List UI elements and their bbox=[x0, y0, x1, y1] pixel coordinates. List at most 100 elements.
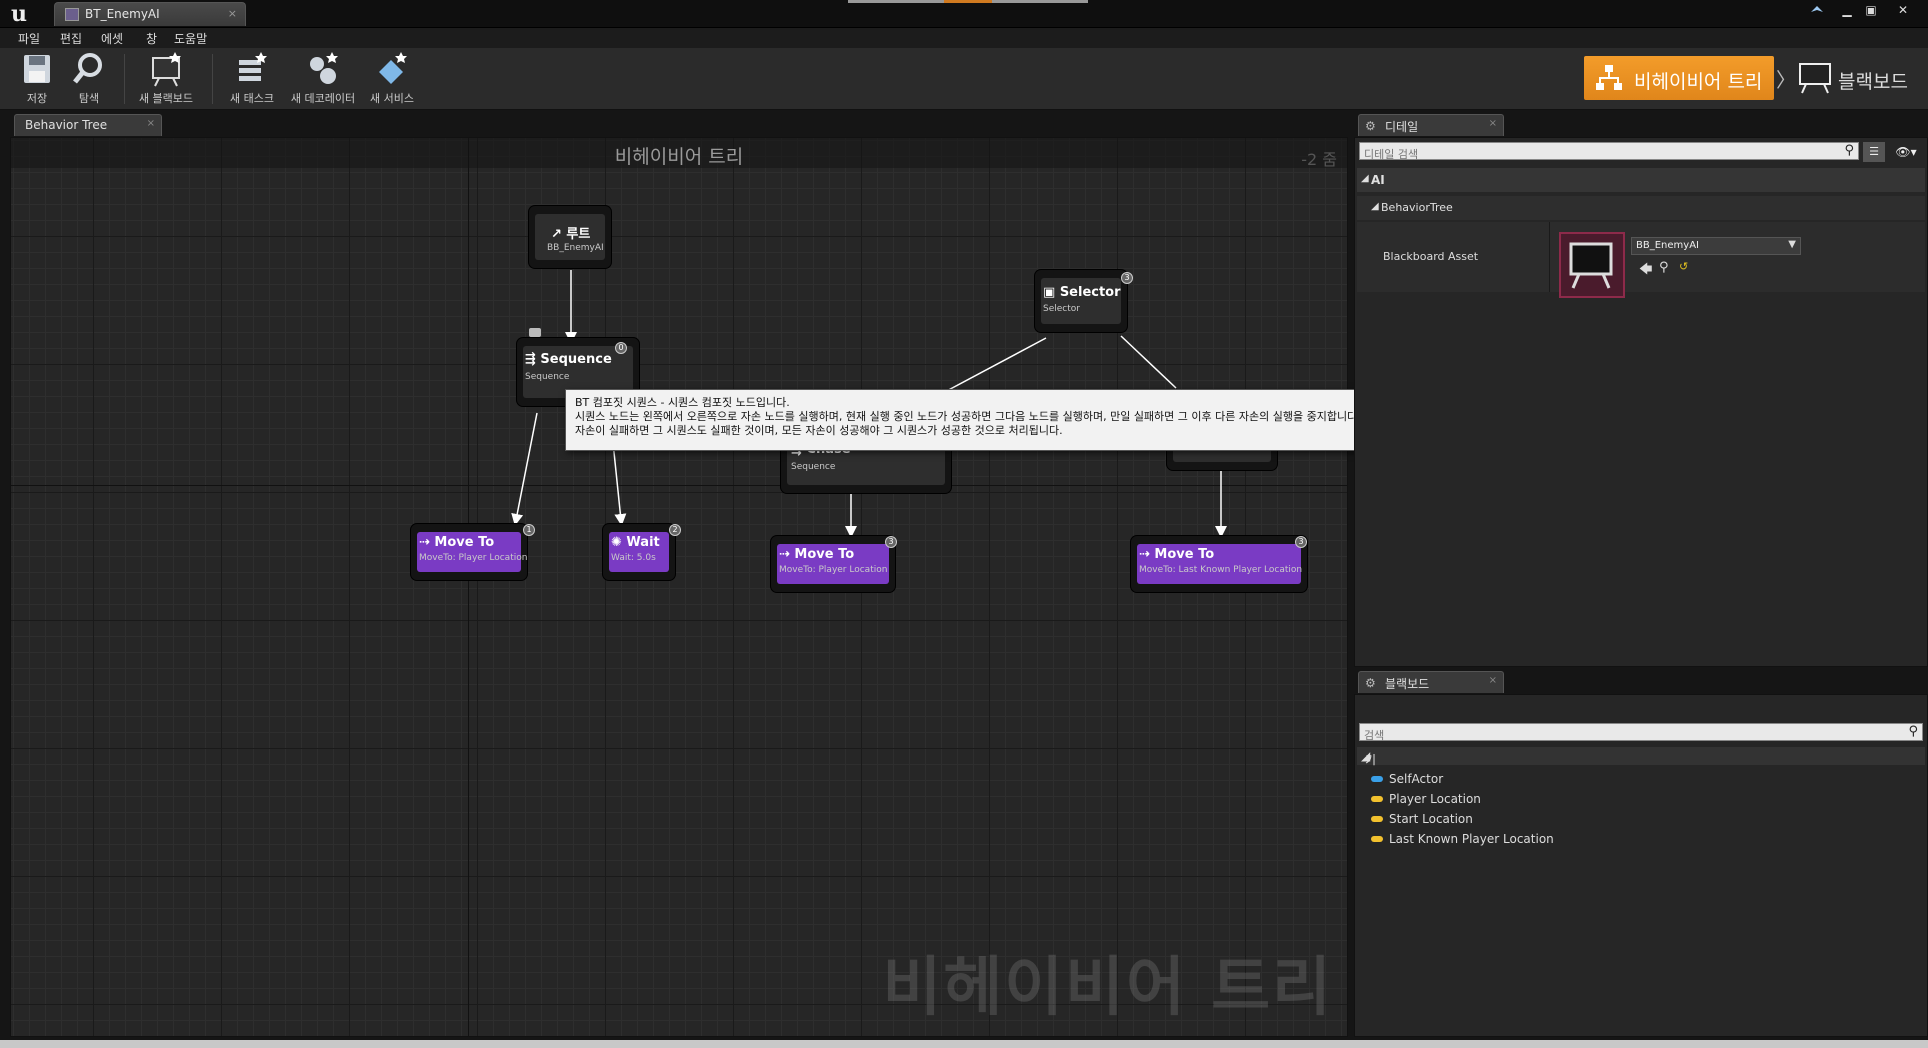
blackboard-key-name: Start Location bbox=[1389, 812, 1473, 826]
toolbar-separator bbox=[124, 54, 125, 104]
move-to-index-badge: 1 bbox=[523, 524, 535, 536]
blackboard-search-box[interactable]: ⚲ bbox=[1359, 723, 1923, 744]
blackboard-key-name: SelfActor bbox=[1389, 772, 1444, 786]
root-node[interactable]: ↗ 루트 BB_EnemyAI bbox=[529, 206, 611, 268]
menu-file[interactable]: 파일 bbox=[18, 30, 40, 47]
new-blackboard-icon bbox=[147, 50, 185, 88]
toolbar-separator bbox=[212, 54, 213, 104]
new-service-icon bbox=[373, 50, 411, 88]
notification-icon[interactable] bbox=[1806, 2, 1828, 18]
details-search-box[interactable]: ⚲ bbox=[1359, 142, 1859, 163]
details-tab-close-icon[interactable]: × bbox=[1489, 118, 1497, 129]
tooltip-line: BT 컴포짓 시퀀스 - 시퀀스 컴포짓 노드입니다. bbox=[575, 396, 790, 409]
move-to-node-title: ⇢ Move To bbox=[419, 535, 495, 550]
new-blackboard-button[interactable]: 새 블랙보드 bbox=[134, 50, 198, 108]
wait-node-title: ✺ Wait bbox=[611, 535, 660, 550]
save-label: 저장 bbox=[26, 92, 48, 105]
unreal-logo-icon: u bbox=[11, 1, 27, 27]
new-task-button[interactable]: 새 태스크 bbox=[224, 50, 280, 108]
tooltip-line: 자손이 실패하면 그 시퀀스도 실패한 것이며, 모든 자손이 성공해야 그 시… bbox=[575, 424, 1063, 437]
blackboard-key-item[interactable]: Start Location bbox=[1371, 811, 1771, 829]
selector-index-badge: 3 bbox=[1121, 272, 1133, 284]
browse-magnifier-icon[interactable]: ⚲ bbox=[1659, 260, 1669, 275]
magnifier-icon bbox=[70, 50, 108, 88]
blackboard-tab-close-icon[interactable]: × bbox=[1489, 675, 1497, 686]
move-to-node[interactable]: ⇢ Move To MoveTo: Last Known Player Loca… bbox=[1131, 536, 1307, 592]
root-node-subtitle: BB_EnemyAI bbox=[547, 243, 604, 253]
menu-window[interactable]: 창 bbox=[146, 30, 157, 47]
sequence-node-subtitle: Sequence bbox=[525, 372, 570, 382]
vector-key-type-icon bbox=[1371, 816, 1383, 822]
graph-tab-close-icon[interactable]: × bbox=[147, 118, 155, 129]
new-decorator-button[interactable]: 새 데코레이터 bbox=[286, 50, 360, 108]
maximize-button[interactable]: ▣ bbox=[1860, 2, 1882, 18]
behavior-tree-icon bbox=[1594, 63, 1624, 93]
details-view-options-button[interactable]: ☰ bbox=[1863, 142, 1885, 162]
blackboard-key-item[interactable]: Last Known Player Location bbox=[1371, 831, 1771, 849]
document-tab[interactable]: BT_EnemyAI × bbox=[54, 2, 246, 26]
wait-node[interactable]: ✺ Wait Wait: 5.0s bbox=[603, 524, 675, 580]
browse-label: 탐색 bbox=[78, 92, 100, 105]
behavior-tree-graph[interactable]: 비헤이비어 트리 -2 줌 ↗ 루트 BB_EnemyAI ⇶ Sequence… bbox=[10, 137, 1348, 1037]
new-blackboard-label: 새 블랙보드 bbox=[138, 92, 194, 105]
menu-help[interactable]: 도움말 bbox=[174, 30, 207, 47]
close-window-button[interactable]: ✕ bbox=[1892, 2, 1914, 18]
move-to-index-badge: 3 bbox=[1295, 536, 1307, 548]
document-tab-label: BT_EnemyAI bbox=[85, 7, 160, 21]
browse-button[interactable]: 탐색 bbox=[66, 50, 112, 108]
keys-category[interactable]: ◢ 키 bbox=[1357, 747, 1925, 767]
blackboard-key-item[interactable]: Player Location bbox=[1371, 791, 1771, 809]
details-icon: ⚙ bbox=[1365, 119, 1376, 133]
blackboard-key-name: Last Known Player Location bbox=[1389, 832, 1554, 846]
menu-edit[interactable]: 편집 bbox=[60, 30, 82, 47]
category-ai-label: AI bbox=[1371, 173, 1385, 187]
object-key-type-icon bbox=[1371, 776, 1383, 782]
blackboard-tab[interactable]: ⚙ 블랙보드 × bbox=[1358, 671, 1504, 693]
behavior-tree-graph-tab[interactable]: Behavior Tree × bbox=[14, 114, 162, 136]
blackboard-panel: ⚲ ◢키 SelfActor Player Location Start Loc… bbox=[1354, 694, 1928, 1037]
blackboard-key-item[interactable]: SelfActor bbox=[1371, 771, 1771, 789]
menu-asset[interactable]: 에셋 bbox=[101, 30, 123, 47]
use-selected-arrow-icon[interactable]: 🡄 bbox=[1639, 260, 1652, 282]
blackboard-icon bbox=[1799, 63, 1831, 94]
vector-key-type-icon bbox=[1371, 796, 1383, 802]
details-panel: ⚲ ☰ 👁▾ ◢ AI ◢ BehaviorTree Blackboard As… bbox=[1354, 137, 1928, 667]
reset-icon[interactable]: ↺ bbox=[1679, 260, 1688, 273]
blackboard-asset-thumbnail[interactable] bbox=[1559, 232, 1625, 298]
category-behavior-tree[interactable]: ◢ BehaviorTree bbox=[1357, 196, 1925, 220]
blackboard-asset-dropdown[interactable]: BB_EnemyAI ▼ bbox=[1631, 237, 1801, 255]
move-to-node-title: ⇢ Move To bbox=[1139, 547, 1215, 562]
menu-bar: 파일 편집 에셋 창 도움말 bbox=[0, 28, 1928, 48]
document-tab-close-button[interactable]: × bbox=[228, 7, 237, 20]
link-sequence-to-moveto bbox=[511, 412, 538, 526]
selector-node[interactable]: ▣ Selector Selector bbox=[1035, 270, 1127, 332]
move-to-node-subtitle: MoveTo: Player Location bbox=[419, 553, 528, 563]
save-button[interactable]: 저장 bbox=[14, 50, 60, 108]
comment-bubble-icon[interactable] bbox=[529, 328, 541, 337]
column-splitter[interactable] bbox=[1549, 222, 1550, 292]
move-to-node[interactable]: ⇢ Move To MoveTo: Player Location bbox=[411, 524, 527, 580]
details-tab[interactable]: ⚙ 디테일 × bbox=[1358, 114, 1504, 136]
blackboard-mode-label: 블랙보드 bbox=[1838, 71, 1908, 93]
blackboard-asset-value: BB_EnemyAI bbox=[1636, 240, 1699, 251]
behavior-tree-mode-button[interactable]: 비헤이비어 트리 bbox=[1584, 56, 1774, 100]
search-icon: ⚲ bbox=[1908, 724, 1918, 739]
link-selector-to-chase bbox=[940, 337, 1047, 395]
move-to-node[interactable]: ⇢ Move To MoveTo: Player Location bbox=[771, 536, 895, 592]
chase-node-subtitle: Sequence bbox=[791, 462, 836, 472]
details-search-input[interactable] bbox=[1360, 146, 1830, 163]
blackboard-search-input[interactable] bbox=[1360, 727, 1890, 744]
sequence-node-title: ⇶ Sequence bbox=[525, 352, 612, 367]
new-service-label: 새 서비스 bbox=[370, 92, 414, 105]
graph-tab-label: Behavior Tree bbox=[25, 118, 108, 132]
category-behavior-tree-label: BehaviorTree bbox=[1381, 201, 1453, 214]
behavior-tree-asset-icon bbox=[65, 8, 79, 21]
new-service-button[interactable]: 새 서비스 bbox=[366, 50, 418, 108]
category-ai[interactable]: ◢ AI bbox=[1357, 168, 1925, 192]
details-visibility-eye-icon[interactable]: 👁▾ bbox=[1889, 142, 1923, 162]
details-tab-label: 디테일 bbox=[1385, 120, 1419, 134]
wait-node-subtitle: Wait: 5.0s bbox=[611, 553, 656, 563]
blackboard-mode-button[interactable]: 블랙보드 bbox=[1798, 56, 1928, 100]
root-node-title: ↗ 루트 bbox=[551, 227, 591, 242]
minimize-button[interactable]: ▁ bbox=[1836, 2, 1858, 18]
